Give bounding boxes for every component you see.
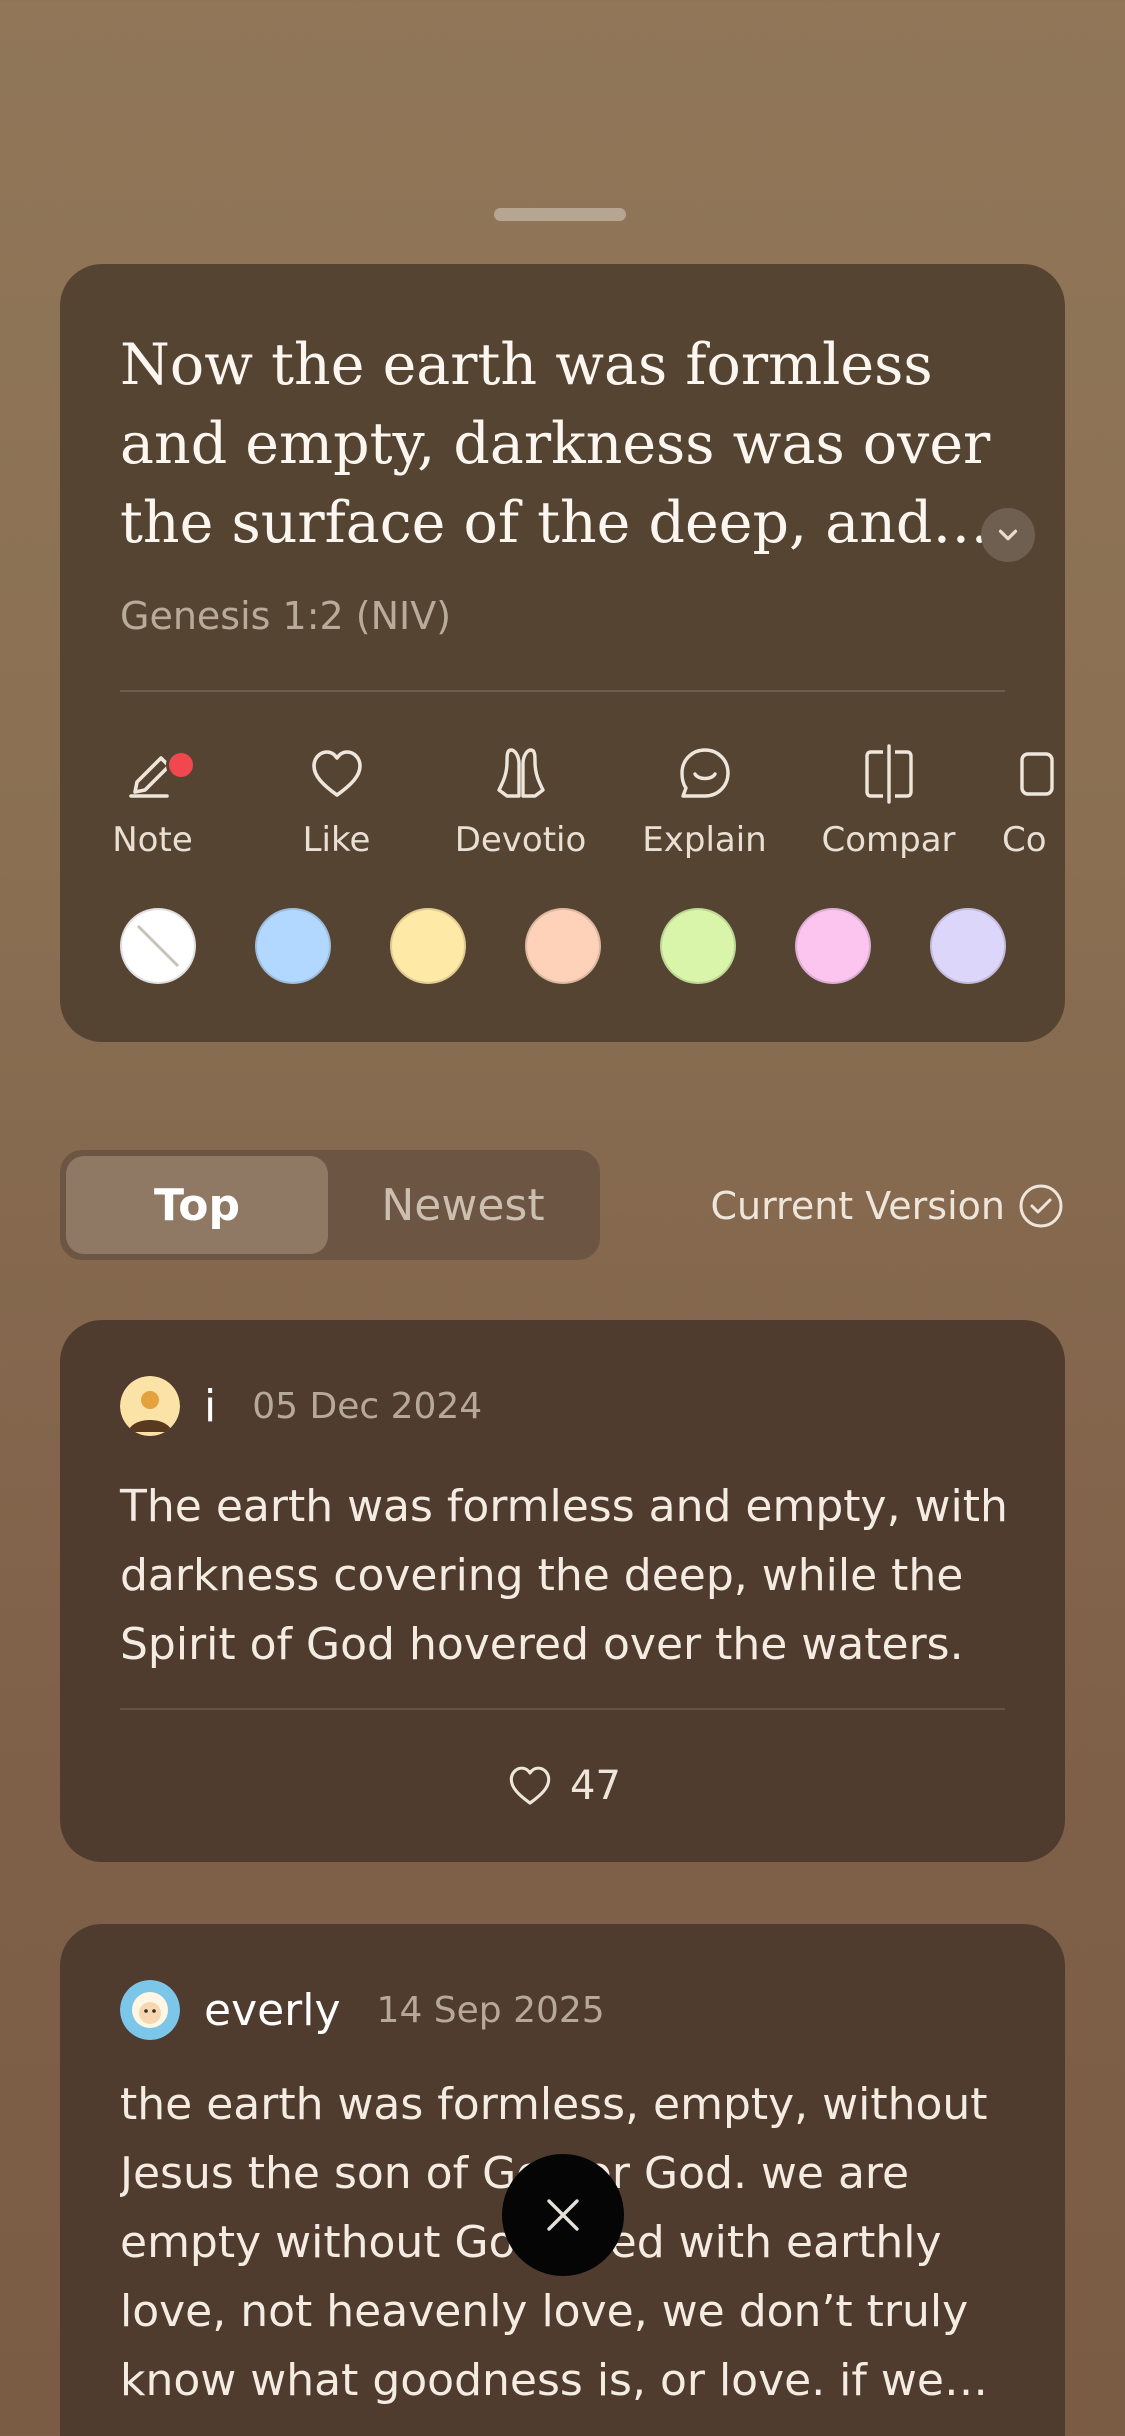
current-version-label: Current Version xyxy=(710,1184,1005,1228)
color-pink-swatch[interactable] xyxy=(795,908,871,984)
sheet-grabber[interactable] xyxy=(494,208,626,221)
divider xyxy=(120,1708,1005,1710)
compare-icon xyxy=(864,744,913,804)
smile-bubble-icon xyxy=(679,748,730,798)
explain-label: Explain xyxy=(642,820,767,860)
comment-text: The earth was formless and empty, with d… xyxy=(120,1481,1008,1670)
sheep-avatar-icon xyxy=(120,1980,180,2040)
comment-like-button[interactable]: 47 xyxy=(60,1756,1065,1816)
chevron-down-icon xyxy=(998,529,1018,541)
like-label: Like xyxy=(302,820,371,860)
comment-username[interactable]: everly xyxy=(204,1985,341,2036)
verse-text: Now the earth was formless and empty, da… xyxy=(120,332,991,556)
tab-newest[interactable]: Newest xyxy=(332,1156,594,1254)
copy-action-button[interactable]: Co xyxy=(980,742,1065,860)
compare-action-button[interactable]: Compar xyxy=(796,742,981,860)
devotion-action-button[interactable]: Devotio xyxy=(428,742,613,860)
like-action-button[interactable]: Like xyxy=(244,742,429,860)
avatar[interactable] xyxy=(120,1376,180,1436)
note-label: Note xyxy=(112,820,193,860)
heart-icon xyxy=(509,1766,551,1805)
highlight-colors xyxy=(120,908,1065,988)
tab-top[interactable]: Top xyxy=(66,1156,328,1254)
explain-action-button[interactable]: Explain xyxy=(612,742,797,860)
no-color-slash-icon xyxy=(136,924,180,968)
color-lavender-swatch[interactable] xyxy=(930,908,1006,984)
verse-card: Now the earth was formless and empty, da… xyxy=(60,264,1065,1042)
note-indicator-dot xyxy=(166,750,196,780)
expand-verse-button[interactable] xyxy=(981,508,1035,562)
copy-icon-partial xyxy=(1020,752,1054,796)
avatar[interactable] xyxy=(120,1980,180,2040)
divider xyxy=(120,690,1005,692)
note-action-button[interactable]: Note xyxy=(60,742,245,860)
copy-label: Co xyxy=(1002,820,1047,860)
heart-icon xyxy=(311,750,362,797)
comment-date: 05 Dec 2024 xyxy=(252,1385,483,1427)
sort-segmented-control: Top Newest xyxy=(60,1150,600,1260)
check-circle-icon xyxy=(1019,1184,1063,1228)
compare-label: Compar xyxy=(821,820,956,860)
verse-actions: Note Like Devotio Explain Compar Co xyxy=(60,742,1065,882)
color-yellow-swatch[interactable] xyxy=(390,908,466,984)
verse-reference: Genesis 1:2 (NIV) xyxy=(120,594,452,638)
praying-hands-icon xyxy=(496,748,545,798)
color-none-swatch[interactable] xyxy=(120,908,196,984)
comment-username[interactable]: i xyxy=(204,1381,216,1432)
color-green-swatch[interactable] xyxy=(660,908,736,984)
close-icon xyxy=(547,2199,579,2231)
comment-header: everly 14 Sep 2025 xyxy=(120,1980,605,2040)
close-button[interactable] xyxy=(502,2154,624,2276)
comment-card: i 05 Dec 2024 The earth was formless and… xyxy=(60,1320,1065,1862)
comment-header: i 05 Dec 2024 xyxy=(120,1376,482,1436)
current-version-filter[interactable]: Current Version xyxy=(710,1180,1065,1232)
color-blue-swatch[interactable] xyxy=(255,908,331,984)
devotion-label: Devotio xyxy=(454,820,587,860)
user-avatar-icon xyxy=(120,1376,180,1436)
like-count: 47 xyxy=(570,1763,621,1809)
color-peach-swatch[interactable] xyxy=(525,908,601,984)
comment-date: 14 Sep 2025 xyxy=(376,1989,605,2031)
